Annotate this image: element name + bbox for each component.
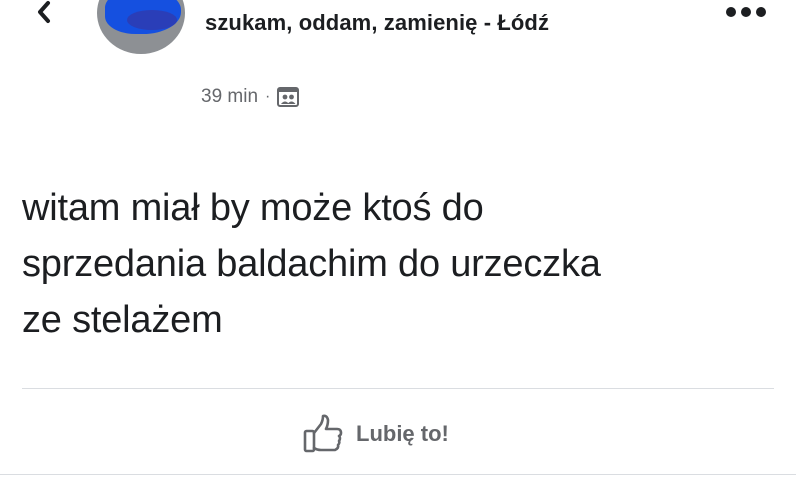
thumbs-up-icon	[303, 414, 343, 453]
divider	[22, 388, 774, 389]
post-meta: 39 min ·	[201, 84, 300, 110]
post-header: szukam, oddam, zamienię - Łódź 39 min ·	[0, 0, 796, 130]
chevron-left-icon	[38, 1, 50, 23]
bottom-divider	[0, 474, 796, 475]
group-audience-icon	[277, 87, 300, 107]
group-name[interactable]: szukam, oddam, zamienię - Łódź	[205, 10, 549, 36]
post-timestamp[interactable]: 39 min	[201, 86, 258, 108]
like-button[interactable]: Lubię to!	[302, 412, 449, 456]
more-dots-icon	[726, 7, 766, 17]
more-options-button[interactable]	[718, 2, 774, 22]
meta-separator: ·	[265, 88, 271, 105]
post-body-text: witam miał by może ktoś do sprzedania ba…	[22, 187, 601, 341]
group-avatar[interactable]	[97, 0, 185, 54]
avatar-image-shape-2	[127, 10, 177, 30]
back-button[interactable]	[30, 0, 60, 30]
like-button-label: Lubię to!	[356, 421, 449, 446]
